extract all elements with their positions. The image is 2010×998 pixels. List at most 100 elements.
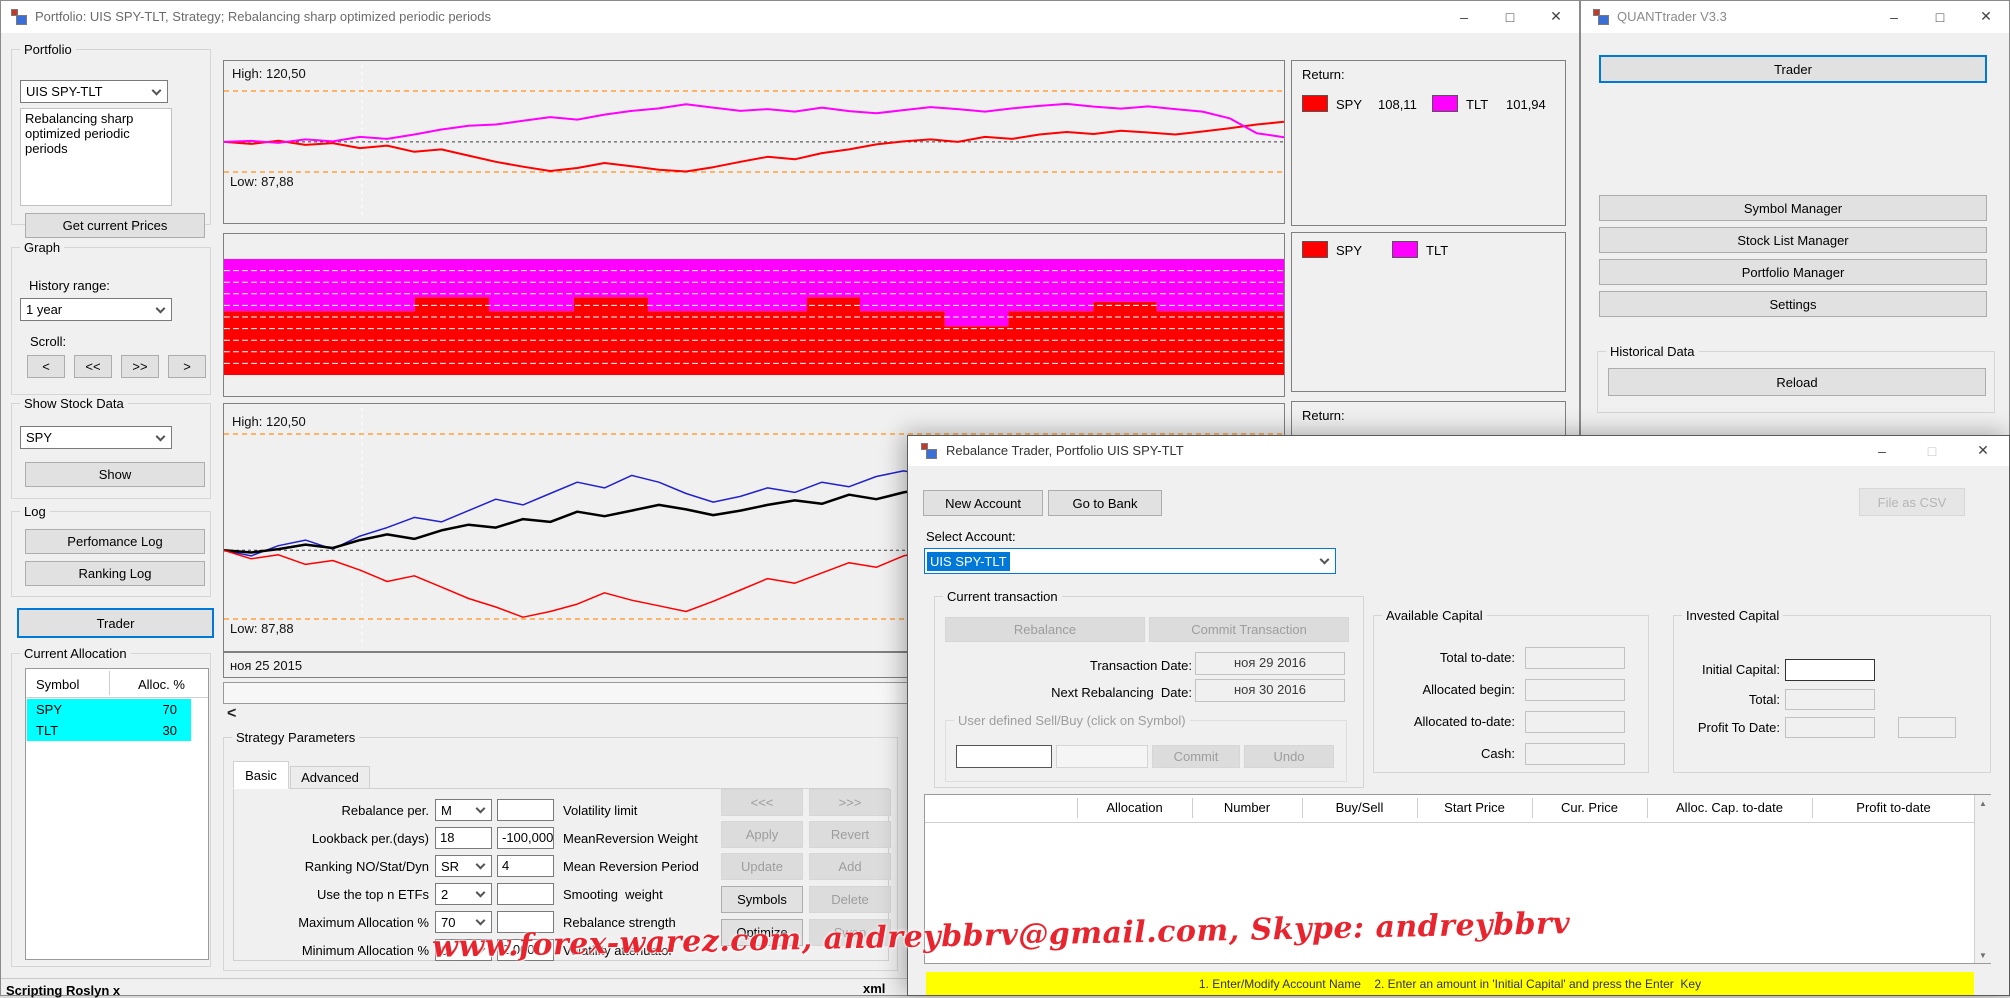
history-range-value: 1 year [26, 302, 63, 317]
transaction-date-field[interactable]: ноя 29 2016 [1195, 652, 1345, 675]
portfolio-combo[interactable]: UIS SPY-TLT [20, 80, 168, 103]
portfolio-description[interactable]: Rebalancing sharp optimized periodic per… [20, 108, 172, 206]
close-icon[interactable]: ✕ [1533, 1, 1579, 32]
return-label: Return: [1302, 408, 1345, 423]
chevron-down-icon [155, 303, 166, 314]
close-icon[interactable]: ✕ [1963, 1, 2009, 32]
volatility-limit-input[interactable] [497, 799, 554, 821]
quant-trader-button[interactable]: Trader [1599, 55, 1987, 83]
trader-button[interactable]: Trader [17, 608, 214, 638]
delete-button[interactable]: Delete [809, 886, 891, 913]
table-row[interactable]: SPY 70 [27, 699, 191, 720]
col-number[interactable]: Number [1192, 800, 1302, 815]
allocation-symbol: SPY [36, 702, 63, 717]
apply-button[interactable]: Apply [721, 821, 803, 848]
chevron-down-icon [475, 859, 486, 870]
strategy-parameters-label: Strategy Parameters [232, 730, 360, 745]
lookback-input[interactable]: 18 [435, 827, 492, 849]
minimize-icon[interactable]: – [1871, 1, 1917, 32]
scroll-down-icon[interactable]: ▼ [1975, 947, 1991, 963]
allocation-col-alloc[interactable]: Alloc. % [138, 677, 185, 692]
go-to-bank-button[interactable]: Go to Bank [1048, 490, 1162, 516]
legend-spy: SPY [1336, 243, 1363, 258]
scroll-up-icon[interactable]: ▲ [1975, 795, 1991, 811]
minimize-icon[interactable]: – [1441, 1, 1487, 32]
scroll-right-button[interactable]: > [168, 355, 206, 378]
update-button[interactable]: Update [721, 853, 803, 880]
close-icon[interactable]: ✕ [1957, 436, 2009, 465]
history-range-combo[interactable]: 1 year [20, 298, 172, 321]
stock-list-manager-button[interactable]: Stock List Manager [1599, 227, 1987, 253]
portfolio-manager-button[interactable]: Portfolio Manager [1599, 259, 1987, 285]
top-n-etfs-combo[interactable]: 2 [435, 883, 492, 905]
allocated-to-date-field[interactable] [1525, 711, 1625, 733]
historical-data-group: Historical Data Reload [1597, 344, 1995, 413]
tab-basic[interactable]: Basic [233, 761, 289, 789]
param-label: Minimum Allocation % [301, 943, 429, 958]
stock-symbol-combo[interactable]: SPY [20, 426, 172, 449]
allocation-col-symbol[interactable]: Symbol [36, 677, 79, 692]
account-combo[interactable]: UIS SPY-TLT [924, 548, 1336, 574]
scroll-fast-right-button[interactable]: >> [121, 355, 159, 378]
commit-transaction-button[interactable]: Commit Transaction [1149, 617, 1349, 642]
smoothing-weight-input[interactable] [497, 883, 554, 905]
profit-percent-field[interactable] [1898, 717, 1956, 738]
symbol-manager-button[interactable]: Symbol Manager [1599, 195, 1987, 221]
rebalance-button[interactable]: Rebalance [945, 617, 1145, 642]
app-window-icon [1593, 9, 1609, 25]
tab-advanced[interactable]: Advanced [290, 766, 370, 789]
allocated-begin-field[interactable] [1525, 679, 1625, 701]
col-start-price[interactable]: Start Price [1417, 800, 1532, 815]
step-back-button[interactable]: <<< [721, 789, 803, 816]
symbol-input[interactable] [956, 745, 1052, 768]
maximize-icon[interactable]: □ [1907, 436, 1957, 465]
scroll-left-button[interactable]: < [27, 355, 65, 378]
cash-field[interactable] [1525, 743, 1625, 765]
col-allocation[interactable]: Allocation [1077, 800, 1192, 815]
revert-button[interactable]: Revert [809, 821, 891, 848]
ranking-combo[interactable]: SR [435, 855, 492, 877]
legend-spy: SPY [1336, 97, 1363, 112]
legend-tlt: TLT [1426, 243, 1449, 258]
total-field[interactable] [1785, 689, 1875, 710]
performance-chart-plot [224, 65, 1284, 219]
profit-to-date-field[interactable] [1785, 717, 1875, 738]
col-profit-to-date[interactable]: Profit to-date [1812, 800, 1975, 815]
col-cur-price[interactable]: Cur. Price [1532, 800, 1647, 815]
performance-log-button[interactable]: Perfomance Log [25, 529, 205, 554]
table-row[interactable]: TLT 30 [27, 720, 191, 741]
rebalance-per-combo[interactable]: M [435, 799, 492, 821]
header-underline [26, 697, 208, 698]
total-to-date-field[interactable] [1525, 647, 1625, 669]
symbols-button[interactable]: Symbols [721, 886, 803, 913]
commit-button[interactable]: Commit [1152, 745, 1240, 768]
new-account-button[interactable]: New Account [923, 490, 1043, 516]
undo-button[interactable]: Undo [1244, 745, 1334, 768]
col-alloc-cap-to-date[interactable]: Alloc. Cap. to-date [1647, 800, 1812, 815]
show-button[interactable]: Show [25, 462, 205, 487]
scroll-fast-left-button[interactable]: << [74, 355, 112, 378]
next-rebalancing-date-field[interactable]: ноя 30 2016 [1195, 679, 1345, 702]
amount-input[interactable] [1056, 745, 1148, 768]
ranking-log-button[interactable]: Ranking Log [25, 561, 205, 586]
maximize-icon[interactable]: □ [1487, 1, 1533, 32]
get-current-prices-button[interactable]: Get current Prices [25, 213, 205, 238]
file-as-csv-button[interactable]: File as CSV [1859, 488, 1965, 516]
reload-button[interactable]: Reload [1608, 368, 1986, 396]
minimize-icon[interactable]: – [1857, 436, 1907, 465]
maximize-icon[interactable]: □ [1917, 1, 1963, 32]
portfolio-group: Portfolio UIS SPY-TLT Rebalancing sharp … [11, 42, 211, 238]
mean-reversion-period-input[interactable]: 4 [497, 855, 554, 877]
historical-data-label: Historical Data [1606, 344, 1699, 359]
legend-tlt: TLT [1466, 97, 1489, 112]
initial-capital-input[interactable] [1785, 659, 1875, 681]
settings-button[interactable]: Settings [1599, 291, 1987, 317]
legend-spy-value: 108,11 [1378, 97, 1417, 112]
collapse-panel-chevron[interactable]: < [227, 705, 236, 723]
step-forward-button[interactable]: >>> [809, 789, 891, 816]
table-scrollbar[interactable]: ▲ ▼ [1974, 795, 1991, 963]
meanreversion-weight-input[interactable]: -100,000 [497, 827, 554, 849]
add-button[interactable]: Add [809, 853, 891, 880]
chevron-down-icon [475, 915, 486, 926]
col-buy-sell[interactable]: Buy/Sell [1302, 800, 1417, 815]
